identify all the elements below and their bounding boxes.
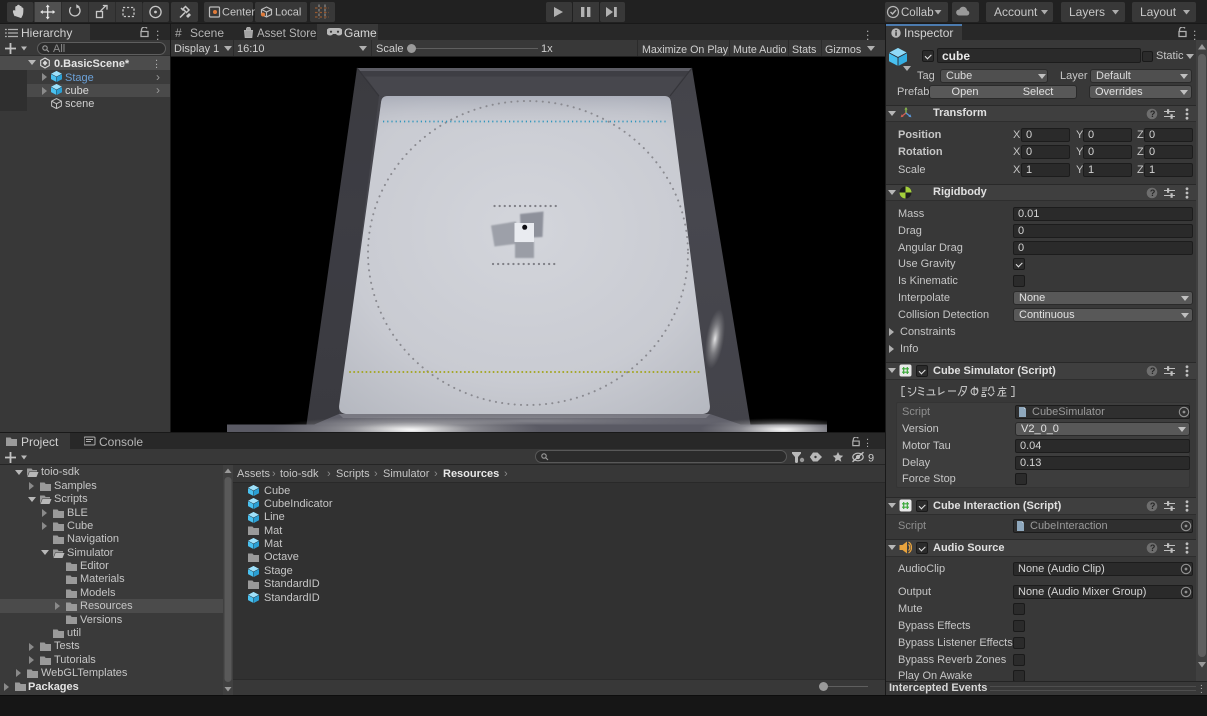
svg-text:Account: Account — [994, 5, 1038, 19]
svg-text:Layout: Layout — [1140, 5, 1177, 19]
svg-text:Collab: Collab — [901, 7, 934, 19]
svg-text:9: 9 — [868, 453, 874, 464]
svg-text:Layers: Layers — [1069, 5, 1105, 19]
svg-text:Center: Center — [222, 7, 255, 19]
svg-text:Local: Local — [275, 7, 301, 19]
